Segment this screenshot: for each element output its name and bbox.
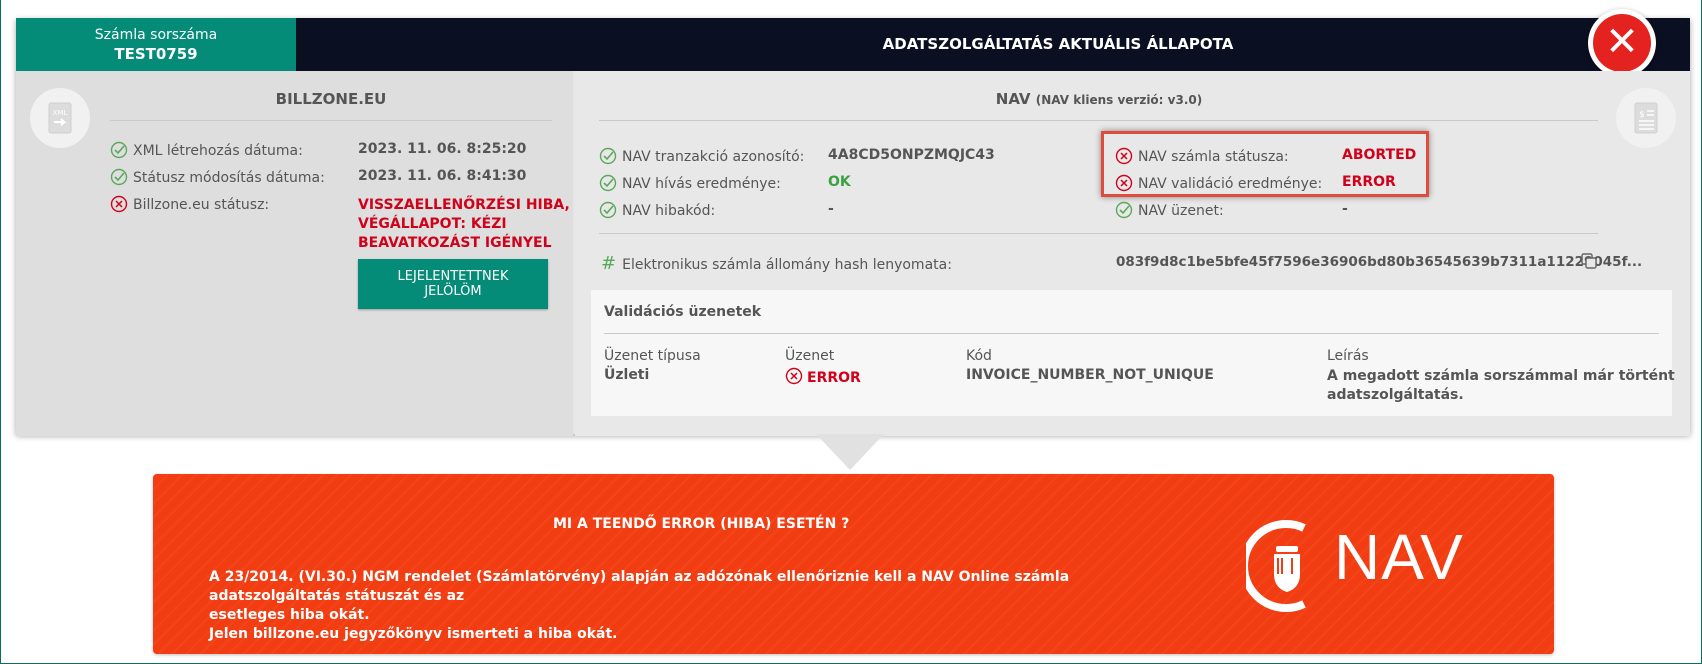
row-label: Billzone.eu státusz:: [133, 197, 270, 213]
message-text: ERROR: [807, 370, 861, 386]
nav-invoice-status-label: NAV számla státusza:: [1115, 147, 1289, 165]
row-label: NAV hibakód:: [622, 203, 716, 219]
check-circle-icon: [110, 168, 128, 186]
row-label: NAV hívás eredménye:: [622, 176, 781, 192]
col-header-code: Kód: [966, 348, 992, 364]
billzone-status-value: VISSZAELLENŐRZÉSI HIBA, VÉGÁLLAPOT: KÉZI…: [358, 196, 570, 253]
nav-title: NAV (NAV kliens verzió: v3.0): [599, 90, 1599, 108]
close-icon: ✕: [1593, 14, 1651, 72]
error-circle-icon: [785, 367, 803, 385]
nav-error-code-value: -: [828, 201, 834, 217]
invoice-number-label: Számla sorszáma: [94, 27, 218, 43]
banner-question: MI A TEENDŐ ERROR (HIBA) ESETÉN ?: [553, 516, 850, 532]
check-circle-icon: [1115, 201, 1133, 219]
panel-title: ADATSZOLGÁLTATÁS AKTUÁLIS ÁLLAPOTA: [296, 18, 1690, 71]
col-header-type: Üzenet típusa: [604, 348, 701, 364]
error-circle-icon: [1115, 174, 1133, 192]
row-label: XML létrehozás dátuma:: [133, 143, 303, 159]
hash-value: 083f9d8c1be5bfe45f7596e36906bd80b3654563…: [1116, 254, 1643, 270]
col-header-description: Leírás: [1327, 348, 1369, 364]
xml-file-icon: XML: [30, 88, 90, 148]
row-label: Státusz módosítás dátuma:: [133, 170, 325, 186]
invoice-number: TEST0759: [114, 45, 198, 63]
status-modified-label: Státusz módosítás dátuma:: [110, 168, 325, 186]
status-line: VÉGÁLLAPOT: KÉZI: [358, 216, 507, 232]
banner-line: A 23/2014. (VI.30.) NGM rendelet (Számla…: [209, 569, 1070, 604]
divider: [599, 120, 1598, 121]
nav-title-text: NAV: [995, 90, 1031, 108]
validation-type: Üzleti: [604, 367, 650, 383]
description-line: A megadott számla sorszámmal már történt: [1327, 368, 1675, 384]
status-line: BEAVATKOZÁST IGÉNYEL: [358, 235, 552, 251]
row-label: NAV tranzakció azonosító:: [622, 149, 805, 165]
button-line: LEJELENTETTNEK: [397, 269, 509, 284]
validation-title: Validációs üzenetek: [604, 304, 762, 320]
invoice-number-header: Számla sorszáma TEST0759: [16, 18, 296, 71]
divider: [604, 333, 1659, 334]
nav-message-value: -: [1342, 201, 1348, 217]
nav-transaction-value: 4A8CD5ONPZMQJC43: [828, 147, 995, 163]
nav-invoice-status-value: ABORTED: [1342, 147, 1417, 163]
billzone-title: BILLZONE.EU: [275, 90, 387, 108]
nav-validation-result-label: NAV validáció eredménye:: [1115, 174, 1322, 192]
nav-message-label: NAV üzenet:: [1115, 201, 1224, 219]
row-label: NAV validáció eredménye:: [1138, 176, 1323, 192]
error-circle-icon: [1115, 147, 1133, 165]
divider: [599, 233, 1598, 234]
xml-created-value: 2023. 11. 06. 8:25:20: [358, 141, 527, 157]
banner-line: esetleges hiba okát.: [209, 607, 370, 623]
check-circle-icon: [599, 174, 617, 192]
nav-call-result-value: OK: [828, 174, 851, 190]
nav-crest-icon: [1246, 520, 1306, 612]
hash-label: # Elektronikus számla állomány hash lenyo…: [601, 253, 952, 274]
button-line: JELÖLÖM: [424, 284, 482, 299]
billzone-status-label: Billzone.eu státusz:: [110, 195, 269, 213]
nav-error-code-label: NAV hibakód:: [599, 201, 715, 219]
banner-text: A 23/2014. (VI.30.) NGM rendelet (Számla…: [209, 568, 1189, 644]
xml-created-label: XML létrehozás dátuma:: [110, 141, 303, 159]
validation-description: A megadott számla sorszámmal már történt…: [1327, 367, 1675, 405]
nav-call-result-label: NAV hívás eredménye:: [599, 174, 781, 192]
billzone-section: [16, 71, 573, 436]
validation-code: INVOICE_NUMBER_NOT_UNIQUE: [966, 367, 1214, 383]
mark-as-reported-button[interactable]: LEJELENTETTNEK JELÖLÖM: [358, 259, 548, 309]
validation-message: ERROR: [785, 367, 861, 386]
description-line: adatszolgáltatás.: [1327, 387, 1464, 403]
error-circle-icon: [110, 195, 128, 213]
status-line: VISSZAELLENŐRZÉSI HIBA,: [358, 197, 570, 213]
copy-icon[interactable]: [1580, 252, 1598, 270]
svg-text:XML: XML: [53, 109, 68, 117]
check-circle-icon: [110, 141, 128, 159]
status-modified-value: 2023. 11. 06. 8:41:30: [358, 168, 527, 184]
callout-pointer: [816, 434, 884, 470]
nav-validation-result-value: ERROR: [1342, 174, 1396, 190]
nav-logo-text: NAV: [1334, 521, 1464, 593]
close-button[interactable]: ✕: [1588, 9, 1656, 77]
banner-line: Jelen billzone.eu jegyzőkönyv ismerteti …: [209, 626, 618, 642]
nav-logo: NAV: [1246, 516, 1463, 616]
svg-text:$: $: [1639, 110, 1645, 120]
error-help-banner: MI A TEENDŐ ERROR (HIBA) ESETÉN ? A 23/2…: [153, 474, 1554, 654]
col-header-message: Üzenet: [785, 348, 835, 364]
row-label: NAV számla státusza:: [1138, 149, 1289, 165]
row-label: Elektronikus számla állomány hash lenyom…: [622, 257, 952, 273]
nav-client-version: (NAV kliens verzió: v3.0): [1035, 93, 1203, 107]
check-circle-icon: [599, 147, 617, 165]
check-circle-icon: [599, 201, 617, 219]
row-label: NAV üzenet:: [1138, 203, 1224, 219]
hash-icon: #: [601, 253, 617, 274]
divider: [110, 120, 552, 121]
invoice-document-icon: $: [1616, 88, 1676, 148]
nav-transaction-label: NAV tranzakció azonosító:: [599, 147, 804, 165]
